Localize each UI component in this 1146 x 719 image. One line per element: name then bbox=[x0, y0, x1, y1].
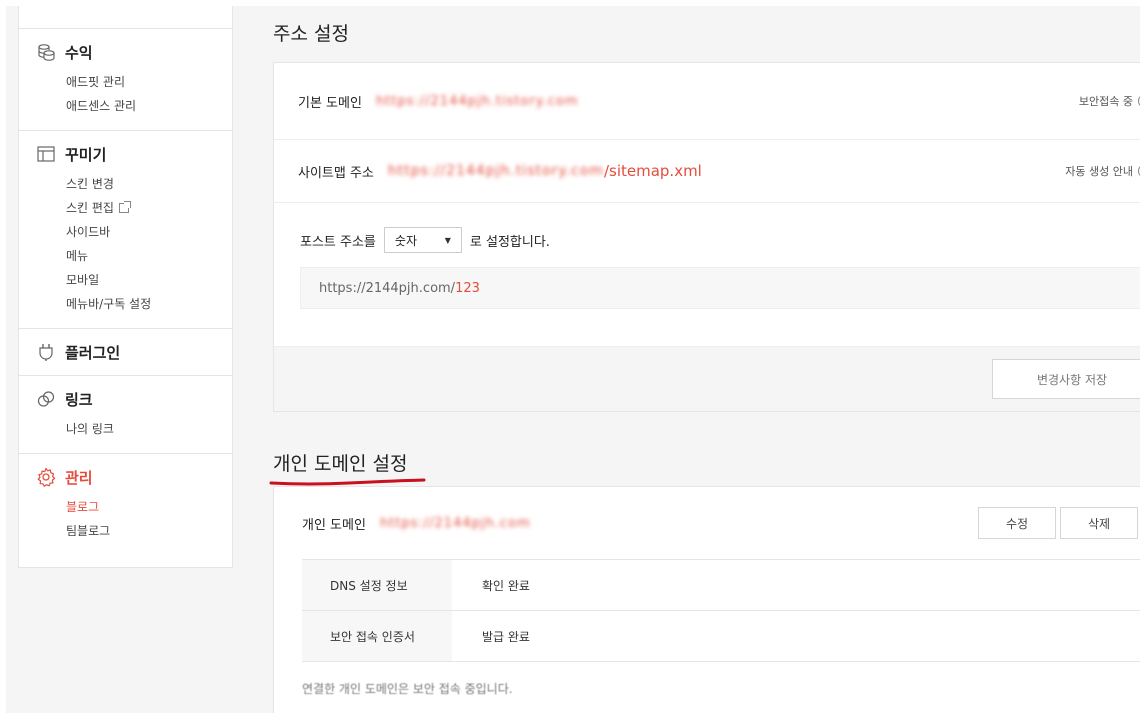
sidebar-head-link[interactable]: 링크 bbox=[19, 388, 232, 410]
base-domain-label: 기본 도메인 bbox=[298, 95, 362, 111]
sidebar-item-adfit[interactable]: 애드핏 관리 bbox=[66, 70, 232, 94]
preview-number: 123 bbox=[455, 280, 480, 296]
sidebar: 수익 애드핏 관리 애드센스 관리 꾸미기 스킨 변경 스킨 편집 사이드바 메… bbox=[18, 6, 233, 568]
dns-info-value: 확인 완료 bbox=[482, 578, 530, 593]
domain-info-table: DNS 설정 정보 확인 완료 보안 접속 인증서 발급 완료 bbox=[302, 559, 1140, 662]
base-domain-value: https://2144pjh.tistory.com bbox=[375, 93, 579, 109]
address-panel: 기본 도메인 https://2144pjh.tistory.com 보안접속 … bbox=[273, 62, 1140, 412]
sidebar-item-menubar[interactable]: 메뉴바/구독 설정 bbox=[66, 292, 232, 316]
question-icon: ? bbox=[1138, 164, 1140, 178]
secure-help-label: 보안접속 중 bbox=[1078, 95, 1133, 108]
sidebar-label-plugin: 플러그인 bbox=[65, 343, 121, 362]
sidebar-item-mobile[interactable]: 모바일 bbox=[66, 268, 232, 292]
custom-domain-notice: 연결한 개인 도메인은 보안 접속 중입니다. bbox=[302, 682, 513, 696]
sidebar-group-customize: 꾸미기 스킨 변경 스킨 편집 사이드바 메뉴 모바일 메뉴바/구독 설정 bbox=[19, 131, 232, 329]
main-content: 주소 설정 기본 도메인 https://2144pjh.tistory.com… bbox=[269, 6, 1140, 713]
sidebar-group-plugin: 플러그인 bbox=[19, 329, 232, 376]
sidebar-item-skin-change[interactable]: 스킨 변경 bbox=[66, 172, 232, 196]
table-row: DNS 설정 정보 확인 완료 bbox=[302, 560, 1140, 611]
custom-domain-label: 개인 도메인 bbox=[302, 517, 366, 533]
address-footer: 변경사항 저장 bbox=[274, 347, 1140, 411]
save-changes-button[interactable]: 변경사항 저장 bbox=[992, 359, 1140, 399]
sidebar-head-plugin[interactable]: 플러그인 bbox=[19, 341, 232, 363]
sidebar-item-team-blog[interactable]: 팀블로그 bbox=[66, 519, 232, 543]
sidebar-head-customize[interactable]: 꾸미기 bbox=[19, 143, 232, 165]
post-address-prefix: 포스트 주소를 bbox=[300, 234, 376, 250]
sidebar-top-divider bbox=[19, 6, 232, 29]
coins-icon bbox=[38, 44, 55, 61]
sidebar-group-manage: 관리 블로그 팀블로그 bbox=[19, 454, 232, 555]
dns-info-key: DNS 설정 정보 bbox=[302, 560, 452, 610]
layout-icon bbox=[37, 146, 55, 162]
post-url-preview: https://2144pjh.com/123 bbox=[300, 267, 1140, 309]
window-frame: 수익 애드핏 관리 애드센스 관리 꾸미기 스킨 변경 스킨 편집 사이드바 메… bbox=[0, 0, 1146, 719]
sidebar-group-revenue: 수익 애드핏 관리 애드센스 관리 bbox=[19, 29, 232, 131]
sidebar-label-revenue: 수익 bbox=[65, 43, 93, 62]
sidebar-item-menu[interactable]: 메뉴 bbox=[66, 244, 232, 268]
sidebar-item-adsense[interactable]: 애드센스 관리 bbox=[66, 94, 232, 118]
sidebar-label-customize: 꾸미기 bbox=[65, 145, 107, 164]
plug-icon bbox=[39, 344, 53, 361]
custom-domain-header: 개인 도메인 설정 bbox=[269, 450, 1140, 486]
sitemap-row: 사이트맵 주소 https://2144pjh.tistory.com /sit… bbox=[274, 140, 1140, 203]
question-icon: ? bbox=[1138, 94, 1140, 108]
auto-help-label: 자동 생성 안내 bbox=[1065, 165, 1133, 178]
ssl-info-key: 보안 접속 인증서 bbox=[302, 611, 452, 661]
gear-icon bbox=[37, 467, 56, 487]
sidebar-label-link: 링크 bbox=[65, 390, 93, 409]
auto-help[interactable]: 자동 생성 안내 ? bbox=[1065, 163, 1140, 179]
viewport: 수익 애드핏 관리 애드센스 관리 꾸미기 스킨 변경 스킨 편집 사이드바 메… bbox=[6, 6, 1140, 713]
external-link-icon bbox=[118, 201, 131, 213]
table-row: 보안 접속 인증서 발급 완료 bbox=[302, 611, 1140, 662]
custom-domain-row: 개인 도메인 https://2144pjh.com 수정 삭제 bbox=[274, 487, 1140, 559]
sidebar-item-skin-edit-label: 스킨 편집 bbox=[66, 201, 114, 215]
sidebar-head-manage[interactable]: 관리 bbox=[19, 466, 232, 488]
sitemap-label: 사이트맵 주소 bbox=[298, 165, 374, 181]
sitemap-blurred-host: https://2144pjh.tistory.com bbox=[387, 163, 604, 179]
preview-base: https://2144pjh.com/ bbox=[319, 280, 456, 296]
sidebar-item-my-link[interactable]: 나의 링크 bbox=[66, 417, 232, 441]
address-section-title: 주소 설정 bbox=[273, 23, 349, 45]
secure-help[interactable]: 보안접속 중 ? bbox=[1079, 93, 1140, 109]
sidebar-item-sidebar[interactable]: 사이드바 bbox=[66, 220, 232, 244]
ssl-info-value: 발급 완료 bbox=[482, 629, 530, 644]
sitemap-suffix[interactable]: /sitemap.xml bbox=[604, 162, 702, 180]
caret-down-icon: ▼ bbox=[444, 235, 451, 245]
sidebar-item-blog[interactable]: 블로그 bbox=[66, 495, 232, 519]
sidebar-item-skin-edit[interactable]: 스킨 편집 bbox=[66, 196, 232, 220]
post-format-value: 숫자 bbox=[394, 233, 417, 248]
sidebar-head-revenue[interactable]: 수익 bbox=[19, 41, 232, 63]
post-address-block: 포스트 주소를 숫자 ▼ 로 설정합니다. https://2144pjh.co… bbox=[274, 203, 1140, 347]
post-address-suffix: 로 설정합니다. bbox=[469, 234, 550, 250]
custom-domain-value: https://2144pjh.com bbox=[379, 515, 531, 531]
edit-domain-button[interactable]: 수정 bbox=[978, 507, 1056, 539]
custom-domain-panel: 개인 도메인 https://2144pjh.com 수정 삭제 DNS 설정 … bbox=[273, 486, 1140, 713]
link-icon bbox=[37, 391, 55, 407]
sidebar-label-manage: 관리 bbox=[65, 468, 93, 487]
base-domain-row: 기본 도메인 https://2144pjh.tistory.com 보안접속 … bbox=[274, 63, 1140, 140]
delete-domain-button[interactable]: 삭제 bbox=[1060, 507, 1138, 539]
post-format-select[interactable]: 숫자 ▼ bbox=[383, 227, 462, 253]
sidebar-group-link: 링크 나의 링크 bbox=[19, 376, 232, 454]
post-address-line: 포스트 주소를 숫자 ▼ 로 설정합니다. bbox=[274, 227, 1140, 253]
